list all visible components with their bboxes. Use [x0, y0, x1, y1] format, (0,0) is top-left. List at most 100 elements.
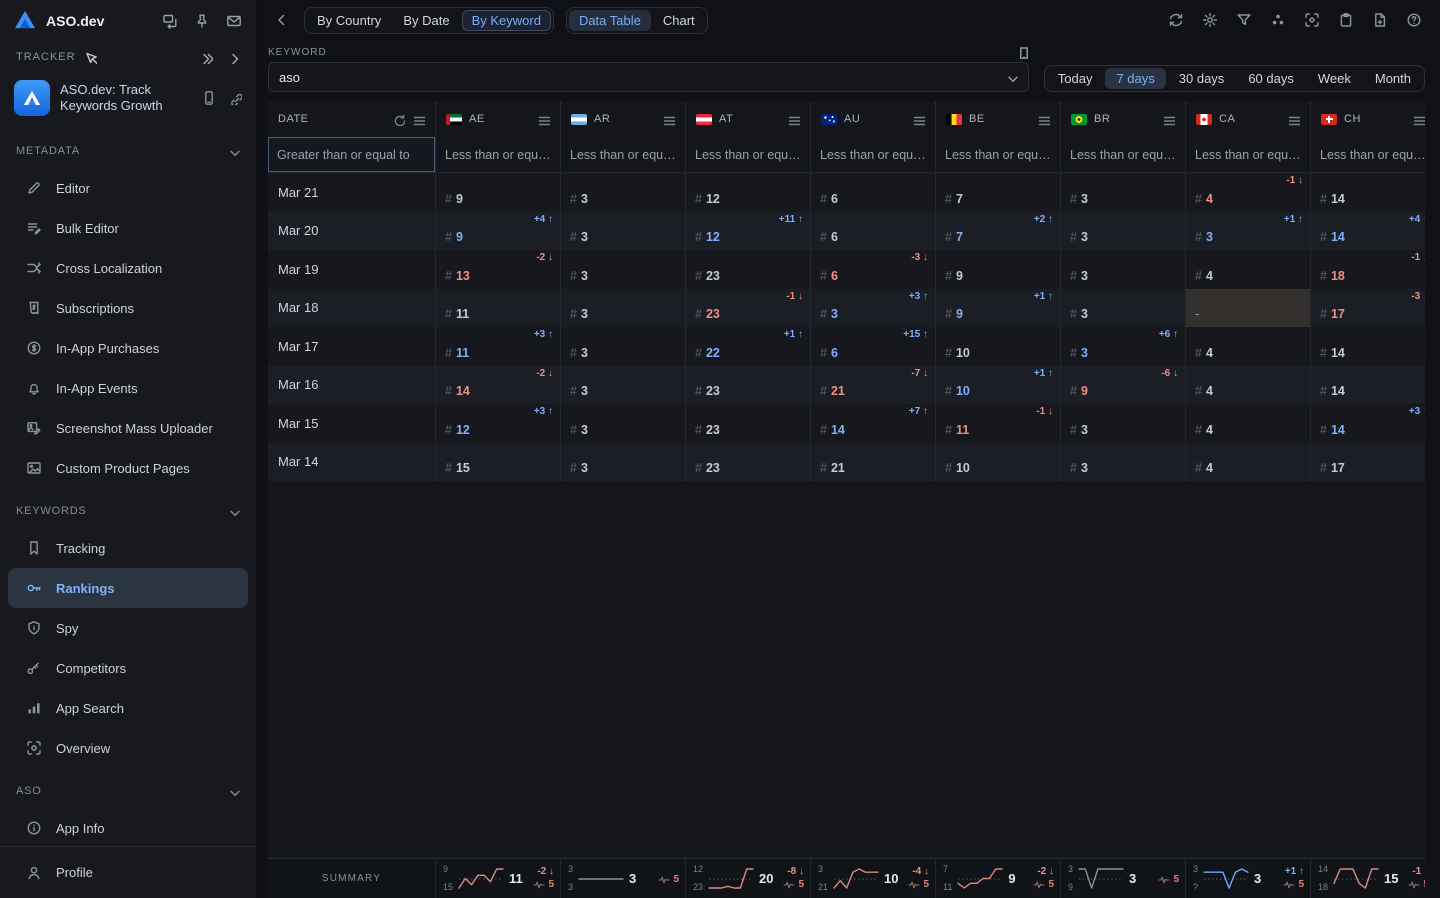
rank-cell[interactable]: #23: [685, 404, 810, 443]
rank-cell[interactable]: +7 ↑#14: [810, 404, 935, 443]
sidebar-item-screenshot-uploader[interactable]: Screenshot Mass Uploader: [0, 408, 256, 448]
row-date[interactable]: Mar 16: [268, 366, 435, 405]
rank-cell[interactable]: #3: [1060, 250, 1185, 289]
summary-cell-ch[interactable]: 141815-1 ↓5: [1310, 859, 1425, 898]
rank-cell[interactable]: +3 ↑#11: [435, 327, 560, 366]
rank-cell[interactable]: +1 ↑#22: [685, 327, 810, 366]
rank-cell[interactable]: #14: [1310, 173, 1425, 212]
rank-cell[interactable]: #23: [685, 250, 810, 289]
rank-cell[interactable]: #3: [560, 366, 685, 405]
rank-cell[interactable]: #14: [1310, 366, 1425, 405]
section-metadata[interactable]: METADATA: [0, 134, 256, 168]
link-icon[interactable]: [229, 92, 242, 105]
profile-button[interactable]: Profile: [0, 846, 256, 898]
column-menu-icon[interactable]: [537, 113, 550, 126]
column-menu-icon[interactable]: [787, 113, 800, 126]
tab-data-table[interactable]: Data Table: [569, 10, 651, 31]
rank-cell[interactable]: +4 ↑#14: [1310, 212, 1425, 251]
tab-by-date[interactable]: By Date: [393, 10, 459, 31]
collapse-all-icon[interactable]: [200, 51, 213, 64]
rank-cell[interactable]: #3: [560, 404, 685, 443]
report-add-icon[interactable]: [1370, 10, 1391, 31]
country-filter-input[interactable]: Less than or equal to: [935, 137, 1060, 172]
rank-cell[interactable]: -7 ↓#21: [810, 366, 935, 405]
country-header-ca[interactable]: CA: [1185, 101, 1310, 137]
rank-cell[interactable]: -1 ↓#18: [1310, 250, 1425, 289]
sidebar-item-spy[interactable]: Spy: [0, 608, 256, 648]
rank-cell[interactable]: #11: [435, 289, 560, 328]
rank-cell[interactable]: #9: [935, 250, 1060, 289]
summary-cell-au[interactable]: 32110-4 ↓5: [810, 859, 935, 898]
tab-by-keyword[interactable]: By Keyword: [462, 10, 551, 31]
range-today[interactable]: Today: [1047, 68, 1104, 89]
sidebar-item-tracking[interactable]: Tracking: [0, 528, 256, 568]
rank-cell[interactable]: #9: [435, 173, 560, 212]
column-menu-icon[interactable]: [1037, 113, 1050, 126]
date-column-header[interactable]: DATE: [268, 101, 435, 137]
rank-cell[interactable]: #3: [560, 250, 685, 289]
rank-cell[interactable]: -3 ↓#17: [1310, 289, 1425, 328]
summary-cell-be[interactable]: 7119-2 ↓5: [935, 859, 1060, 898]
rank-cell[interactable]: #23: [685, 443, 810, 482]
range-30-days[interactable]: 30 days: [1168, 68, 1236, 89]
section-aso[interactable]: ASO: [0, 774, 256, 808]
country-filter-input[interactable]: Less than or equal to: [1185, 137, 1310, 172]
refresh-icon[interactable]: [1166, 10, 1187, 31]
sidebar-item-iap[interactable]: In-App Purchases: [0, 328, 256, 368]
expand-panel-icon[interactable]: [227, 51, 240, 64]
column-menu-icon[interactable]: [662, 113, 675, 126]
rank-cell[interactable]: +3 ↑#3: [810, 289, 935, 328]
tracked-app-row[interactable]: ASO.dev: Track Keywords Growth: [0, 72, 256, 128]
row-date[interactable]: Mar 20: [268, 212, 435, 251]
rank-cell[interactable]: +4 ↑#9: [435, 212, 560, 251]
tab-by-country[interactable]: By Country: [307, 10, 391, 31]
rank-cell[interactable]: -6 ↓#9: [1060, 366, 1185, 405]
rank-cell[interactable]: #4: [1185, 250, 1310, 289]
rank-cell[interactable]: +3 ↑#12: [435, 404, 560, 443]
country-filter-input[interactable]: Less than or equal to: [810, 137, 935, 172]
rank-cell[interactable]: #10: [935, 443, 1060, 482]
rank-cell[interactable]: +6 ↑#3: [1060, 327, 1185, 366]
country-filter-input[interactable]: Less than or equal to: [1060, 137, 1185, 172]
switch-app-icon[interactable]: [162, 13, 178, 29]
mail-icon[interactable]: [226, 13, 242, 29]
rank-cell[interactable]: #3: [1060, 289, 1185, 328]
rank-cell[interactable]: #7: [935, 173, 1060, 212]
column-menu-icon[interactable]: [1162, 113, 1175, 126]
rank-cell[interactable]: #4: [1185, 404, 1310, 443]
rank-cell[interactable]: #6: [810, 173, 935, 212]
country-filter-input[interactable]: Less than or equal to: [435, 137, 560, 172]
range-60-days[interactable]: 60 days: [1237, 68, 1305, 89]
sidebar-item-editor[interactable]: Editor: [0, 168, 256, 208]
pin-icon[interactable]: [194, 13, 210, 29]
rank-cell[interactable]: #14: [1310, 327, 1425, 366]
country-header-ch[interactable]: CH: [1310, 101, 1425, 137]
rank-cell[interactable]: +3 ↑#14: [1310, 404, 1425, 443]
rank-cell[interactable]: #3: [1060, 404, 1185, 443]
rank-cell[interactable]: +1 ↑#9: [935, 289, 1060, 328]
sidebar-item-subscriptions[interactable]: Subscriptions: [0, 288, 256, 328]
sidebar-item-rankings[interactable]: Rankings: [8, 568, 248, 608]
sidebar-item-overview[interactable]: Overview: [0, 728, 256, 768]
rank-cell[interactable]: -3 ↓#6: [810, 250, 935, 289]
rank-cell[interactable]: #3: [1060, 443, 1185, 482]
rank-cell[interactable]: #3: [560, 212, 685, 251]
row-date[interactable]: Mar 18: [268, 289, 435, 328]
phone-icon[interactable]: [201, 90, 217, 106]
bookmark-icon[interactable]: [1016, 46, 1029, 59]
summary-cell-ca[interactable]: 3?3+1 ↑5: [1185, 859, 1310, 898]
team-icon[interactable]: [1268, 10, 1289, 31]
rank-cell[interactable]: #3: [1060, 173, 1185, 212]
column-menu-icon[interactable]: [1412, 113, 1425, 126]
rank-cell[interactable]: -2 ↓#14: [435, 366, 560, 405]
rank-cell[interactable]: #3: [560, 443, 685, 482]
sidebar-item-app-search[interactable]: App Search: [0, 688, 256, 728]
summary-cell-ae[interactable]: 91511-2 ↓5: [435, 859, 560, 898]
sidebar-item-bulk-editor[interactable]: Bulk Editor: [0, 208, 256, 248]
summary-cell-ar[interactable]: 3335: [560, 859, 685, 898]
row-date[interactable]: Mar 19: [268, 250, 435, 289]
keyword-select[interactable]: aso: [268, 62, 1029, 92]
rank-cell[interactable]: -1 ↓#23: [685, 289, 810, 328]
gear-icon[interactable]: [1200, 10, 1221, 31]
scan-icon[interactable]: [1302, 10, 1323, 31]
